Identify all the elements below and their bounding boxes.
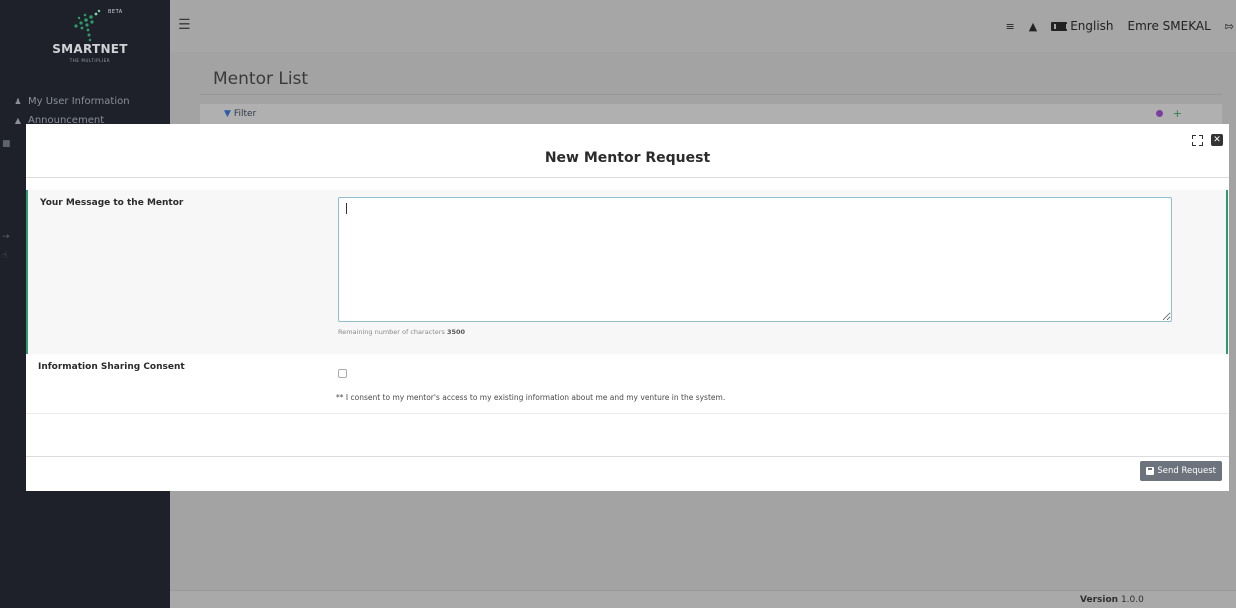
filter-label: Filter [233, 109, 257, 119]
language-selector[interactable]: English [1051, 19, 1114, 33]
consent-checkbox[interactable] [338, 369, 347, 378]
beta-badge: BETA [108, 9, 123, 15]
filter-bar: ▼ Filter + [200, 104, 1222, 126]
divider [200, 94, 1222, 95]
add-icon[interactable]: + [1173, 107, 1182, 120]
send-request-label: Send Request [1157, 466, 1216, 476]
task-list-icon[interactable]: ≡ [1006, 20, 1015, 33]
user-menu[interactable]: Emre SMEKAL [1128, 19, 1211, 33]
page-title: Mentor List [213, 69, 309, 89]
consent-label: Information Sharing Consent [38, 362, 185, 372]
arrow-right-icon[interactable]: → [2, 232, 10, 242]
remaining-count: 3500 [446, 328, 466, 336]
new-mentor-request-modal: ✕ New Mentor Request Your Message to the… [26, 124, 1229, 491]
page-footer: Version 1.0.0 [170, 590, 1236, 608]
flag-icon [1051, 21, 1069, 31]
thumbs-up-icon[interactable]: ☝ [2, 251, 7, 261]
message-textarea[interactable] [338, 197, 1172, 322]
version-text: Version 1.0.0 [1080, 595, 1144, 605]
fullscreen-icon[interactable] [1192, 134, 1203, 146]
megaphone-icon: ▲ [14, 116, 22, 125]
remaining-characters: Remaining number of characters 3500 [338, 328, 465, 336]
remaining-prefix: Remaining number of characters [338, 328, 445, 336]
topbar-actions: ≡ ▲ English Emre SMEKAL ⇰ [1006, 19, 1235, 33]
menu-toggle-icon[interactable]: ☰ [178, 17, 191, 33]
smartnet-logo[interactable]: BETA SMARTNET THE MULTIPLIER [40, 6, 140, 68]
logo-mark-icon [74, 9, 101, 42]
save-icon [1146, 467, 1155, 475]
filter-icon: ▼ [224, 109, 231, 119]
close-icon[interactable]: ✕ [1211, 134, 1223, 146]
briefcase-icon[interactable]: ■ [2, 139, 11, 149]
logout-icon[interactable]: ⇰ [1225, 20, 1234, 33]
version-value: 1.0.0 [1120, 595, 1144, 605]
send-request-button[interactable]: Send Request [1140, 461, 1222, 481]
version-label: Version [1080, 595, 1119, 605]
filter-actions: + [1155, 107, 1182, 120]
bell-icon[interactable]: ▲ [1029, 20, 1037, 33]
divider [26, 177, 1229, 178]
message-label: Your Message to the Mentor [40, 198, 184, 208]
brand-name: SMARTNET [52, 42, 128, 56]
message-row: Your Message to the Mentor Remaining num… [26, 190, 1228, 354]
text-caret [346, 203, 347, 214]
settings-dot-icon[interactable] [1155, 110, 1163, 117]
sidebar-item-my-user-information[interactable]: ♟ My User Information [14, 96, 130, 107]
sidebar-item-label: My User Information [28, 96, 130, 107]
modal-tools: ✕ [1192, 134, 1223, 146]
topbar: ☰ ≡ ▲ English Emre SMEKAL ⇰ [170, 0, 1236, 52]
modal-title: New Mentor Request [544, 150, 711, 166]
consent-text: ** I consent to my mentor's access to my… [336, 393, 726, 402]
filter-toggle[interactable]: ▼ Filter [224, 109, 256, 119]
consent-row: Information Sharing Consent ** I consent… [26, 354, 1229, 414]
user-icon: ♟ [14, 97, 22, 106]
brand-tagline: THE MULTIPLIER [69, 58, 111, 63]
divider [26, 456, 1229, 457]
language-label: English [1070, 19, 1114, 33]
